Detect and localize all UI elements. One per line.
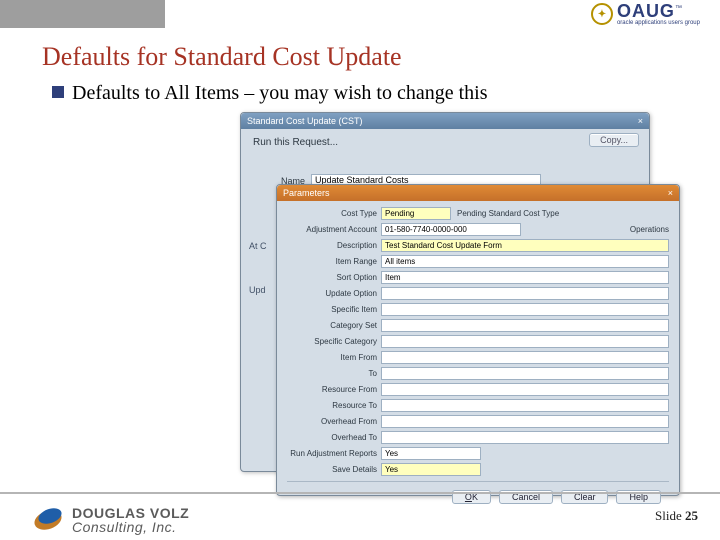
to1-label: To [287, 369, 381, 378]
resource-to-input[interactable] [381, 399, 669, 412]
page-title: Defaults for Standard Cost Update [42, 42, 402, 72]
divider [287, 481, 669, 482]
adj-account-label: Adjustment Account [287, 225, 381, 234]
close-icon[interactable]: × [668, 188, 673, 198]
square-bullet-icon [52, 86, 64, 98]
run-this-request-label: Run this Request... [253, 137, 639, 148]
item-range-input[interactable]: All items [381, 255, 669, 268]
overhead-from-label: Overhead From [287, 417, 381, 426]
adj-account-trail: Operations [630, 225, 669, 234]
oaug-logo-block: ✦ OAUG™ oracle applications users group [591, 2, 700, 26]
run-adj-reports-input[interactable]: Yes [381, 447, 481, 460]
top-bar: ✦ OAUG™ oracle applications users group [0, 0, 720, 28]
close-icon[interactable]: × [638, 116, 643, 126]
run-adj-reports-label: Run Adjustment Reports [287, 449, 381, 458]
dv-swoosh-icon [32, 507, 66, 533]
description-input[interactable]: Test Standard Cost Update Form [381, 239, 669, 252]
item-from-label: Item From [287, 353, 381, 362]
dv-logo-line1: DOUGLAS VOLZ [72, 506, 189, 520]
resource-to-label: Resource To [287, 401, 381, 410]
description-label: Description [287, 241, 381, 250]
update-option-input[interactable] [381, 287, 669, 300]
outer-modal-titlebar[interactable]: Standard Cost Update (CST) × [241, 113, 649, 129]
category-set-label: Category Set [287, 321, 381, 330]
gray-accent-box [0, 0, 165, 28]
to1-input[interactable] [381, 367, 669, 380]
save-details-label: Save Details [287, 465, 381, 474]
item-range-label: Item Range [287, 257, 381, 266]
update-option-label: Update Option [287, 289, 381, 298]
dialog-button-row: OK Cancel Clear Help [287, 486, 669, 504]
parameters-titlebar[interactable]: Parameters × [277, 185, 679, 201]
cost-type-input[interactable]: Pending [381, 207, 451, 220]
copy-button[interactable]: Copy... [589, 133, 639, 147]
sort-option-label: Sort Option [287, 273, 381, 282]
item-from-input[interactable] [381, 351, 669, 364]
resource-from-input[interactable] [381, 383, 669, 396]
save-details-input[interactable]: Yes [381, 463, 481, 476]
oaug-badge-icon: ✦ [591, 3, 613, 25]
slide-number: Slide 25 [655, 508, 698, 524]
oaug-tagline: oracle applications users group [617, 20, 700, 26]
specific-item-input[interactable] [381, 303, 669, 316]
overhead-to-input[interactable] [381, 431, 669, 444]
bullet-row: Defaults to All Items – you may wish to … [52, 82, 488, 105]
cost-type-desc: Pending Standard Cost Type [457, 209, 559, 218]
footer-rule [0, 492, 720, 494]
overhead-to-label: Overhead To [287, 433, 381, 442]
specific-category-label: Specific Category [287, 337, 381, 346]
douglas-volz-logo: DOUGLAS VOLZ Consulting, Inc. [32, 506, 189, 534]
parameters-modal: Parameters × Cost Type Pending Pending S… [276, 184, 680, 496]
adj-account-input[interactable]: 01-580-7740-0000-000 [381, 223, 521, 236]
resource-from-label: Resource From [287, 385, 381, 394]
overhead-from-input[interactable] [381, 415, 669, 428]
category-set-input[interactable] [381, 319, 669, 332]
specific-item-label: Specific Item [287, 305, 381, 314]
oaug-brand: OAUG™ [617, 2, 700, 20]
app-screenshot: Standard Cost Update (CST) × Run this Re… [240, 112, 650, 512]
parameters-title: Parameters [283, 188, 330, 198]
dv-logo-line2: Consulting, Inc. [72, 520, 189, 534]
specific-category-input[interactable] [381, 335, 669, 348]
bullet-text: Defaults to All Items – you may wish to … [72, 82, 488, 105]
cost-type-label: Cost Type [287, 209, 381, 218]
sort-option-input[interactable]: Item [381, 271, 669, 284]
stub-label-2: Upd [249, 285, 266, 295]
outer-modal-title: Standard Cost Update (CST) [247, 116, 363, 126]
stub-label-1: At C [249, 241, 267, 251]
